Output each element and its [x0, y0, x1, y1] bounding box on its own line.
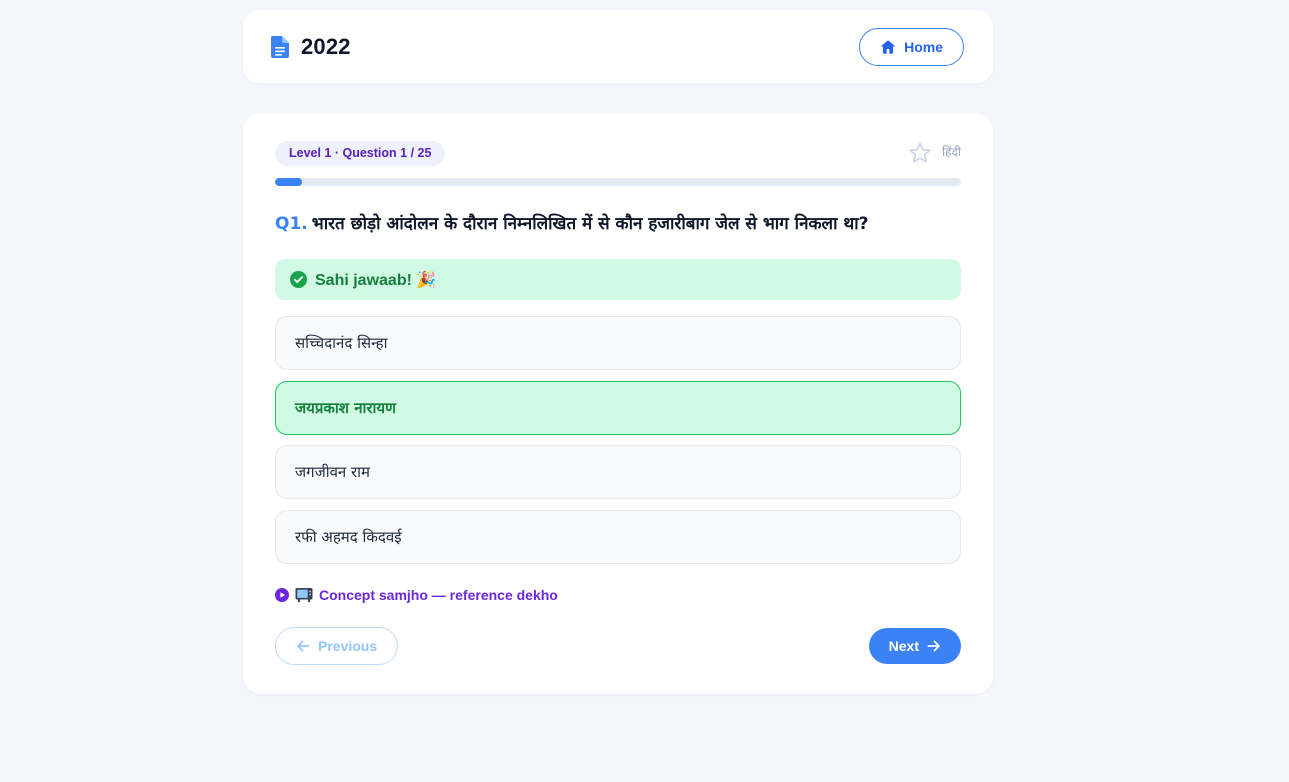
home-button[interactable]: Home [859, 27, 964, 66]
quiz-top-actions: हिंदी [908, 141, 961, 165]
check-circle-icon [290, 271, 307, 288]
document-icon [271, 35, 289, 58]
next-button-label: Next [888, 638, 919, 654]
concept-link-label: Concept samjho — reference dekho [319, 587, 558, 603]
quiz-top-row: Level 1 · Question 1 / 25 हिंदी [275, 140, 961, 166]
star-icon[interactable] [908, 141, 932, 165]
language-toggle[interactable]: हिंदी [942, 143, 961, 160]
option-label: जयप्रकाश नारायण [295, 399, 396, 417]
option-2-correct[interactable]: जयप्रकाश नारायण [275, 381, 961, 435]
level-badge: Level 1 · Question 1 / 25 [275, 140, 446, 166]
concept-reference-link[interactable]: Concept samjho — reference dekho [275, 587, 558, 603]
arrow-right-icon [927, 640, 940, 652]
question-text: भारत छोड़ो आंदोलन के दौरान निम्नलिखित मे… [311, 214, 869, 234]
page-title: 2022 [301, 33, 351, 59]
header-left: 2022 [271, 34, 351, 60]
home-icon [880, 39, 896, 54]
option-4[interactable]: रफी अहमद किदवई [275, 510, 961, 564]
progress-fill [275, 178, 303, 186]
arrow-left-icon [297, 640, 310, 652]
feedback-text: Sahi jawaab! 🎉 [315, 271, 437, 289]
progress-bar [275, 178, 961, 186]
option-1[interactable]: सच्चिदानंद सिन्हा [275, 316, 961, 370]
question: Q1. भारत छोड़ो आंदोलन के दौरान निम्नलिखित… [275, 211, 961, 234]
header-card: 2022 Home [243, 10, 993, 83]
option-label: सच्चिदानंद सिन्हा [295, 334, 388, 352]
previous-button-label: Previous [318, 638, 378, 654]
previous-button[interactable]: Previous [275, 627, 399, 665]
tv-icon [295, 588, 313, 602]
option-3[interactable]: जगजीवन राम [275, 445, 961, 499]
play-circle-icon [275, 588, 289, 602]
question-number: Q1. [275, 214, 308, 234]
feedback-banner: Sahi jawaab! 🎉 [275, 259, 961, 300]
home-button-label: Home [904, 38, 943, 55]
next-button[interactable]: Next [868, 628, 961, 664]
option-label: जगजीवन राम [295, 463, 371, 481]
option-label: रफी अहमद किदवई [295, 528, 402, 546]
quiz-card: Level 1 · Question 1 / 25 हिंदी Q1. भारत … [243, 113, 993, 694]
